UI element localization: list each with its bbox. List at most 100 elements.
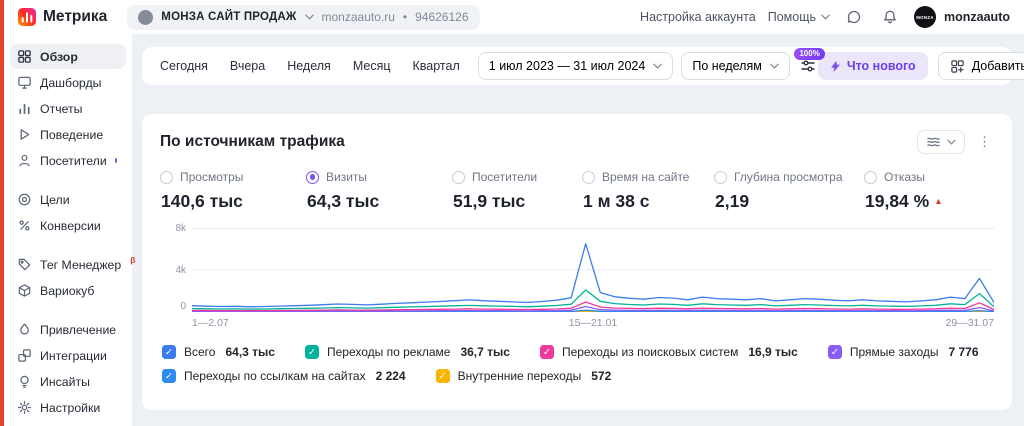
beta-badge: β <box>130 255 136 265</box>
tag-manager-icon <box>18 258 31 271</box>
visitors-person-icon <box>19 154 30 167</box>
grouping-value: По неделям <box>692 59 762 73</box>
sidebar-item-insights[interactable]: Инсайты <box>10 369 126 394</box>
legend-label: Переходы по ссылкам на сайтах <box>184 369 366 383</box>
sidebar-item-label: Инсайты <box>40 374 90 389</box>
radio-icon <box>864 170 877 184</box>
metric-views: Просмотры 140,6 тыс <box>160 170 306 212</box>
bell-icon <box>884 10 896 24</box>
account-settings-link[interactable]: Настройка аккаунта <box>640 10 756 24</box>
traffic-chart: 8k 4k 0 1—2.07 15—21.01 29—31.07 <box>160 223 994 332</box>
legend-label: Прямые заходы <box>849 345 939 359</box>
bounce-value: 19,84 % <box>865 191 930 211</box>
sidebar-item-label: Тег Менеджер <box>40 257 122 272</box>
sidebar-item-label: Настройки <box>40 400 101 415</box>
sidebar-item-acquisition[interactable]: Привлечение <box>10 317 126 342</box>
chevron-down-icon <box>304 14 314 20</box>
traffic-chart-svg <box>192 228 994 312</box>
card-controls: ⋮ <box>917 130 994 154</box>
sidebar-item-goals[interactable]: Цели <box>10 187 126 212</box>
sidebar-item-behavior[interactable]: Поведение <box>10 122 126 147</box>
help-menu[interactable]: Помощь <box>768 10 830 24</box>
metric-radio-views[interactable]: Просмотры <box>160 170 306 184</box>
sidebar-item-label: Дашборды <box>40 75 102 90</box>
sidebar-item-label: Привлечение <box>40 322 117 337</box>
notifications-button[interactable] <box>878 5 902 29</box>
legend-item-direct[interactable]: Прямые заходы 7 776 <box>827 345 979 359</box>
traffic-sources-card: По источникам трафика ⋮ Просмотры 140,6 … <box>142 114 1012 410</box>
metrica-logo-icon <box>18 8 36 26</box>
sidebar-item-label: Конверсии <box>40 218 101 233</box>
settings-gear-icon <box>18 401 31 414</box>
card-menu-button[interactable]: ⋮ <box>975 134 994 150</box>
sliders-icon <box>801 60 815 72</box>
reports-bars-icon <box>19 103 30 115</box>
period-today-button[interactable]: Сегодня <box>150 53 218 79</box>
top-header: Метрика МОНЗА САЙТ ПРОДАЖ monzaauto.ru •… <box>0 0 1024 34</box>
sidebar-item-visitors[interactable]: Посетители <box>10 148 126 173</box>
sidebar-item-dashboards[interactable]: Дашборды <box>10 70 126 95</box>
date-range-picker[interactable]: 1 июл 2023 — 31 июл 2024 <box>477 52 674 80</box>
sidebar-item-tag-manager[interactable]: Тег Менеджер β <box>10 252 135 277</box>
metrica-logo[interactable]: Метрика <box>18 8 107 26</box>
radio-selected-icon <box>306 170 319 184</box>
avatar[interactable]: MONZA <box>914 6 937 28</box>
sidebar: Обзор Дашборды Отчеты Поведение Посетите… <box>4 34 135 426</box>
period-quarter-button[interactable]: Квартал <box>403 53 470 79</box>
period-yesterday-button[interactable]: Вчера <box>220 53 275 79</box>
sidebar-item-label: Обзор <box>40 49 78 64</box>
period-toolbar: Сегодня Вчера Неделя Месяц Квартал 1 июл… <box>142 47 1024 85</box>
chat-button[interactable] <box>842 5 866 29</box>
chat-bubble-icon <box>847 10 861 24</box>
legend-value: 36,7 тыс <box>460 345 510 359</box>
metric-radio-time-on-site[interactable]: Время на сайте <box>582 170 714 184</box>
sidebar-group-divider <box>10 239 126 252</box>
legend-value: 2 224 <box>375 369 406 383</box>
sidebar-item-reports[interactable]: Отчеты <box>10 96 126 121</box>
period-month-button[interactable]: Месяц <box>343 53 401 79</box>
metric-radio-visits[interactable]: Визиты <box>306 170 452 184</box>
sidebar-item-variocube[interactable]: Вариокуб <box>10 278 126 303</box>
chevron-down-icon <box>653 63 663 69</box>
x-axis: 1—2.07 15—21.01 29—31.07 <box>192 317 994 332</box>
grouping-select[interactable]: По неделям <box>681 52 790 80</box>
app-name: Метрика <box>43 8 108 25</box>
whats-new-button[interactable]: Что нового <box>817 52 928 80</box>
metric-visits: Визиты 64,3 тыс <box>306 170 452 212</box>
legend-item-search-traffic[interactable]: Переходы из поисковых систем 16,9 тыс <box>539 345 798 359</box>
radio-icon <box>452 170 465 184</box>
chart-plot-area[interactable]: 8k 4k 0 <box>175 223 994 312</box>
sidebar-item-conversions[interactable]: Конверсии <box>10 213 126 238</box>
period-week-button[interactable]: Неделя <box>277 53 341 79</box>
legend-item-ad-traffic[interactable]: Переходы по рекламе 36,7 тыс <box>304 345 510 359</box>
counter-selector[interactable]: МОНЗА САЙТ ПРОДАЖ monzaauto.ru • 9462612… <box>127 4 480 30</box>
sampling-settings-button[interactable]: 100% <box>794 48 825 80</box>
legend-item-site-links[interactable]: Переходы по ссылкам на сайтах 2 224 <box>162 369 406 383</box>
metric-selector: Просмотры 140,6 тыс Визиты 64,3 тыс Посе… <box>160 170 994 212</box>
dashboards-icon <box>18 76 31 89</box>
metric-radio-depth[interactable]: Глубина просмотра <box>714 170 864 184</box>
metric-radio-visitors[interactable]: Посетители <box>452 170 582 184</box>
x-axis-tick: 15—21.01 <box>568 317 618 329</box>
sidebar-item-settings[interactable]: Настройки <box>10 395 126 420</box>
metric-value: 64,3 тыс <box>307 191 380 211</box>
add-widget-button[interactable]: Добавить <box>937 52 1024 80</box>
legend-item-internal[interactable]: Внутренние переходы 572 <box>435 369 611 383</box>
chevron-down-icon <box>770 63 779 69</box>
legend-row: Переходы по ссылкам на сайтах 2 224 Внут… <box>162 369 994 383</box>
metric-value: 2,19 <box>715 191 750 211</box>
chart-display-settings-button[interactable] <box>917 130 965 154</box>
main-content: Сегодня Вчера Неделя Месяц Квартал 1 июл… <box>132 34 1024 426</box>
goals-target-icon <box>18 193 31 206</box>
sampling-badge: 100% <box>794 48 825 60</box>
metric-radio-bounce-rate[interactable]: Отказы <box>864 170 943 184</box>
sidebar-item-overview[interactable]: Обзор <box>10 44 126 69</box>
add-label: Добавить <box>971 59 1024 73</box>
sidebar-item-integrations[interactable]: Интеграции <box>10 343 126 368</box>
overview-grid-icon <box>18 50 31 63</box>
username[interactable]: monzaauto <box>944 10 1010 24</box>
legend-item-total[interactable]: Всего 64,3 тыс <box>162 345 275 359</box>
metric-label: Глубина просмотра <box>734 170 843 184</box>
metric-label: Просмотры <box>180 170 244 184</box>
radio-icon <box>714 170 727 184</box>
